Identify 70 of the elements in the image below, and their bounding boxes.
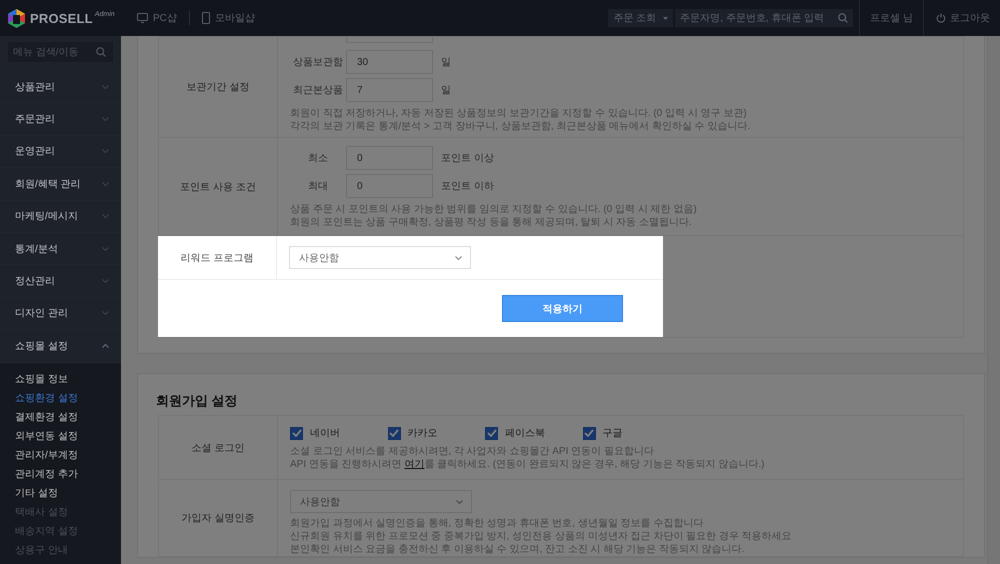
- row-label: 포인트 사용 조건: [159, 138, 278, 235]
- help-text: API 연동을 진행하시려면 여기를 클릭하세요. (연동이 완료되지 않은 경우, 해당 기능은 작동되지 않습니다.): [290, 458, 766, 471]
- checkbox[interactable]: [485, 426, 498, 440]
- link[interactable]: 여기: [404, 459, 424, 470]
- unit-label: 일: [441, 56, 451, 69]
- search-icon: [838, 13, 848, 23]
- search-icon: [96, 47, 106, 57]
- chevron-down-icon: [102, 117, 109, 122]
- submenu-item[interactable]: 기타 설정: [0, 484, 121, 503]
- checkbox-label: 카카오: [408, 427, 438, 440]
- unit-label: 포인트 이하: [441, 180, 494, 193]
- input-field[interactable]: [346, 37, 433, 43]
- chevron-down-icon: [102, 214, 109, 218]
- chevron-down-icon: [456, 500, 463, 504]
- brand-logo: PROSELL: [30, 10, 93, 26]
- submenu-item[interactable]: 관리계정 추가: [0, 464, 121, 484]
- help-text: 회원이 직접 저장하거나, 자동 저장된 상품정보의 보관기간을 지정할 수 있습니다. (0 입력 시 영구 보관): [290, 107, 748, 120]
- checkbox[interactable]: [388, 426, 400, 440]
- chevron-up-icon: [102, 344, 109, 348]
- submenu-item[interactable]: 쇼핑몰 정보: [0, 370, 121, 389]
- phone-icon: [202, 12, 210, 24]
- caret-icon: [663, 16, 668, 20]
- help-text: 각각의 보관 기록은 통계/분석 > 고객 장바구니, 상품보관함, 최근본상품 메뉴에서 확인하실 수 있습니다.: [290, 120, 752, 133]
- checkbox-label: 페이스북: [505, 427, 545, 440]
- checkbox-label: 구글: [602, 427, 622, 440]
- input-field[interactable]: 30: [346, 50, 433, 74]
- checkbox-label: 네이버: [310, 427, 340, 440]
- chevron-down-icon: [102, 149, 109, 154]
- help-text: 상품 주문 시 포인트의 사용 가능한 범위를 임의로 지정할 수 있습니다. (0 입력 시 제한 없음): [290, 203, 698, 216]
- hexagon-logo-icon: [8, 8, 25, 28]
- help-text: 회원가입 과정에서 실명인증을 통해, 정확한 성명과 휴대폰 번호, 생년월일 정보를 수집합니다: [290, 517, 704, 530]
- chevron-down-icon: [102, 84, 109, 89]
- chevron-down-icon: [102, 279, 109, 284]
- submenu-item[interactable]: 관리자/부계정: [0, 446, 121, 465]
- search-field[interactable]: 주문자명, 주문번호, 휴대폰 입력: [675, 9, 854, 27]
- submenu-item[interactable]: 외부연동 설정: [0, 426, 121, 446]
- checkbox[interactable]: [290, 426, 303, 440]
- input-field[interactable]: 0: [346, 146, 433, 170]
- monitor-icon: [137, 13, 148, 23]
- menu-search-field[interactable]: 메뉴 검색/이동: [8, 42, 113, 62]
- unit-label: 일: [441, 84, 451, 97]
- power-icon: [936, 13, 946, 23]
- row-label: 소셜 로그인: [159, 416, 278, 479]
- chevron-down-icon: [102, 182, 109, 186]
- checkbox[interactable]: [582, 426, 596, 440]
- chevron-down-icon: [102, 311, 109, 316]
- select-field[interactable]: 사용안함: [289, 246, 471, 269]
- row-label: 리워드 프로그램: [158, 236, 277, 279]
- help-text: 회원의 포인트는 상품 구매확정, 상품평 작성 등을 통해 제공되며, 탈퇴 시 자동 소멸됩니다.: [290, 216, 693, 229]
- chevron-down-icon: [102, 246, 109, 251]
- row-label: 가입자 실명인증: [159, 480, 278, 556]
- help-text: 신규회원 유치를 위한 프로모션 중 중복가입 방지, 성인전용 상품의 미성년자 접근 차단이 필요한 경우 적용하세요: [290, 530, 793, 543]
- field-label: 최소: [307, 152, 329, 165]
- section-title: 회원가입 설정: [155, 392, 239, 410]
- field-label: 최대: [307, 180, 329, 193]
- field-label: 최근본상품: [292, 84, 344, 97]
- input-field[interactable]: 0: [346, 174, 433, 198]
- nav-link[interactable]: 모바일샵: [188, 11, 267, 25]
- input-field[interactable]: 7: [346, 78, 433, 102]
- help-text: 본인확인 서비스 요금을 충전하신 후 이용하실 수 있으며, 잔고 소진 시 해당 기능은 작동되지 않습니다.: [290, 543, 746, 556]
- help-text: 소셜 로그인 서비스를 제공하시려면, 각 사업자와 쇼핑몰간 API 연동이 필요합니다: [290, 445, 655, 458]
- submenu-item[interactable]: 결제환경 설정: [0, 408, 121, 427]
- select-field[interactable]: 사용안함: [290, 490, 472, 513]
- nav-link[interactable]: PC샵: [137, 11, 189, 25]
- unit-label: 포인트 이상: [441, 152, 494, 165]
- user-name: 프로셀 님: [859, 0, 923, 36]
- field-label: 상품보관함: [292, 56, 344, 69]
- submenu-item[interactable]: 쇼핑환경 설정: [0, 388, 121, 408]
- row-label: 보관기간 설정: [159, 37, 278, 137]
- chevron-down-icon: [455, 256, 462, 260]
